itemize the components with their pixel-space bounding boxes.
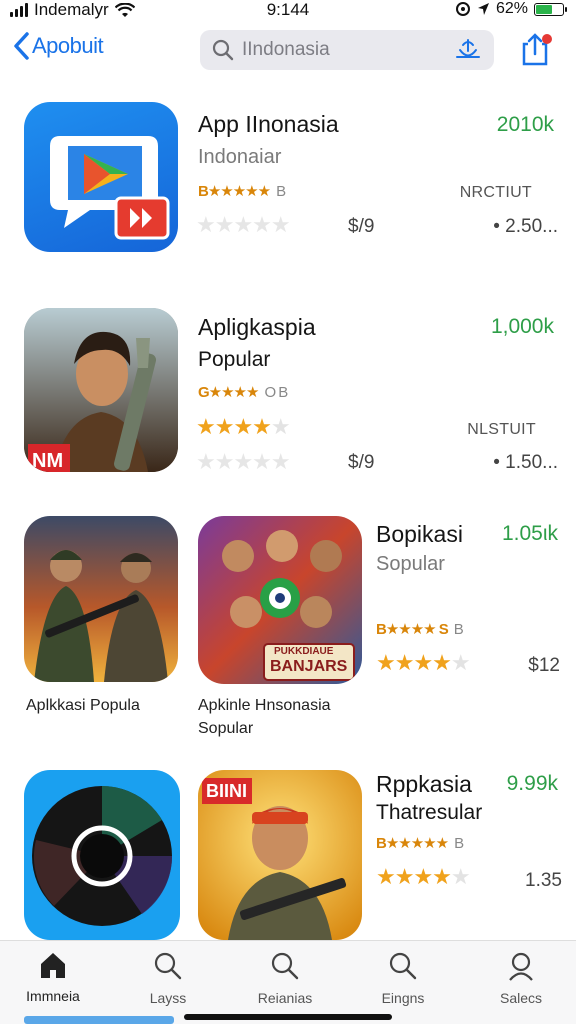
rating-suffix: O B (264, 384, 288, 401)
icon-title-top: PUKKDIAUE (274, 646, 334, 657)
download-count: 1.05ιk (501, 522, 558, 545)
status-bar: Indemalyr 9:144 62% (0, 0, 576, 20)
icon-badge-label: NM (32, 450, 64, 472)
price-secondary: • 1.50... (493, 452, 558, 473)
price: 1.35 (525, 870, 562, 891)
rating-line: B★★★★ SB (376, 620, 464, 638)
star-rating: ★★★★★ (196, 414, 291, 439)
download-count: 1,000k (490, 315, 554, 338)
app-icon-soldier[interactable]: NM (24, 308, 178, 472)
tab-home[interactable]: Immneia (0, 951, 108, 1004)
download-count: 2010k (496, 113, 554, 136)
app-icon-hero[interactable]: BIINI (198, 770, 362, 940)
search-icon (154, 952, 182, 980)
navigation-bar: Apobuit IIndonasia (0, 26, 576, 76)
search-icon (389, 952, 417, 980)
app-icon-banjars[interactable]: PUKKDIAUE BANJARS (198, 516, 362, 684)
app-icon-disc[interactable] (24, 770, 180, 940)
search-icon (212, 39, 234, 61)
meta-label: NLSTUIT (467, 421, 536, 438)
back-button[interactable]: Apobuit (12, 31, 104, 61)
app-subtitle: Indonaiar (198, 146, 282, 168)
app-icon-squad[interactable] (24, 516, 178, 682)
faint-stars: ★★★★★ (196, 449, 291, 474)
tab-label: Salecs (499, 990, 543, 1006)
status-right: 62% (455, 0, 567, 18)
rating-text: G★★★★ (198, 384, 259, 401)
share-button[interactable] (520, 32, 554, 68)
price-secondary: • 2.50... (493, 216, 558, 237)
partial-bottom-strip (24, 1016, 174, 1024)
search-input[interactable]: IIndonasia (242, 39, 454, 61)
app-icon-video[interactable] (24, 102, 178, 252)
meta-label: NRCTIUT (459, 184, 532, 201)
app-title[interactable]: Bopikasi (376, 521, 463, 548)
faint-stars: ★★★★★ (196, 212, 291, 237)
back-label: Apobuit (32, 33, 104, 58)
rating-line: G★★★★ O B (198, 383, 288, 401)
voice-search-icon[interactable] (454, 37, 482, 63)
price: $12 (528, 655, 560, 676)
home-icon (41, 953, 65, 978)
rating-line: B★★★★★ B (376, 834, 464, 852)
search-field[interactable]: IIndonasia (200, 30, 494, 70)
notification-badge (542, 34, 552, 44)
battery-percent: 62% (495, 0, 528, 17)
app-title[interactable]: Rppkasia (376, 771, 472, 798)
rating-text: B★★★★ S (376, 621, 449, 638)
app-caption-line2: Sopular (198, 720, 254, 737)
tab-label: Eingns (381, 990, 425, 1006)
rating-suffix: B (454, 835, 464, 852)
icon-corner-label: BIINI (206, 781, 248, 801)
tab-bar: Immneia Layss Reianias Eingns Salecs (0, 940, 576, 1024)
app-subtitle: Popular (198, 348, 271, 371)
tab-label: Immneia (26, 988, 80, 1004)
app-title[interactable]: Apligkaspia (198, 314, 316, 341)
tab-salecs[interactable]: Salecs (466, 951, 576, 1006)
app-subtitle: Sopular (376, 553, 445, 575)
price: $/9 (348, 216, 375, 237)
app-subtitle: Thatresular (376, 801, 483, 824)
tab-layss[interactable]: Layss (113, 951, 223, 1006)
search-icon (271, 952, 299, 980)
star-rating: ★★★★★ (376, 864, 471, 889)
tab-eingns[interactable]: Eingns (348, 951, 458, 1006)
orientation-lock-icon (455, 2, 470, 16)
rating-line: B★★★★★ B (198, 182, 286, 200)
icon-title-bottom: BANJARS (270, 658, 348, 675)
app-caption[interactable]: Aplkkasi Popula (26, 694, 140, 717)
app-caption[interactable]: Apkinle Hnsonasia (198, 694, 331, 717)
star-rating: ★★★★★ (376, 650, 471, 675)
tab-reianias[interactable]: Reianias (230, 951, 340, 1006)
chevron-left-icon (14, 32, 29, 60)
price: $/9 (348, 452, 375, 473)
download-count: 9.99k (506, 772, 558, 795)
tab-label: Reianias (257, 990, 313, 1006)
battery-icon (534, 2, 567, 16)
rating-text: B★★★★★ (198, 183, 271, 200)
profile-icon (509, 952, 533, 981)
tab-label: Layss (149, 990, 187, 1006)
rating-text: B★★★★★ (376, 835, 449, 852)
home-indicator[interactable] (184, 1014, 392, 1020)
rating-suffix: B (276, 183, 286, 200)
rating-suffix: B (453, 621, 464, 638)
location-icon (477, 3, 489, 15)
app-title[interactable]: App IInonasia (198, 111, 339, 138)
